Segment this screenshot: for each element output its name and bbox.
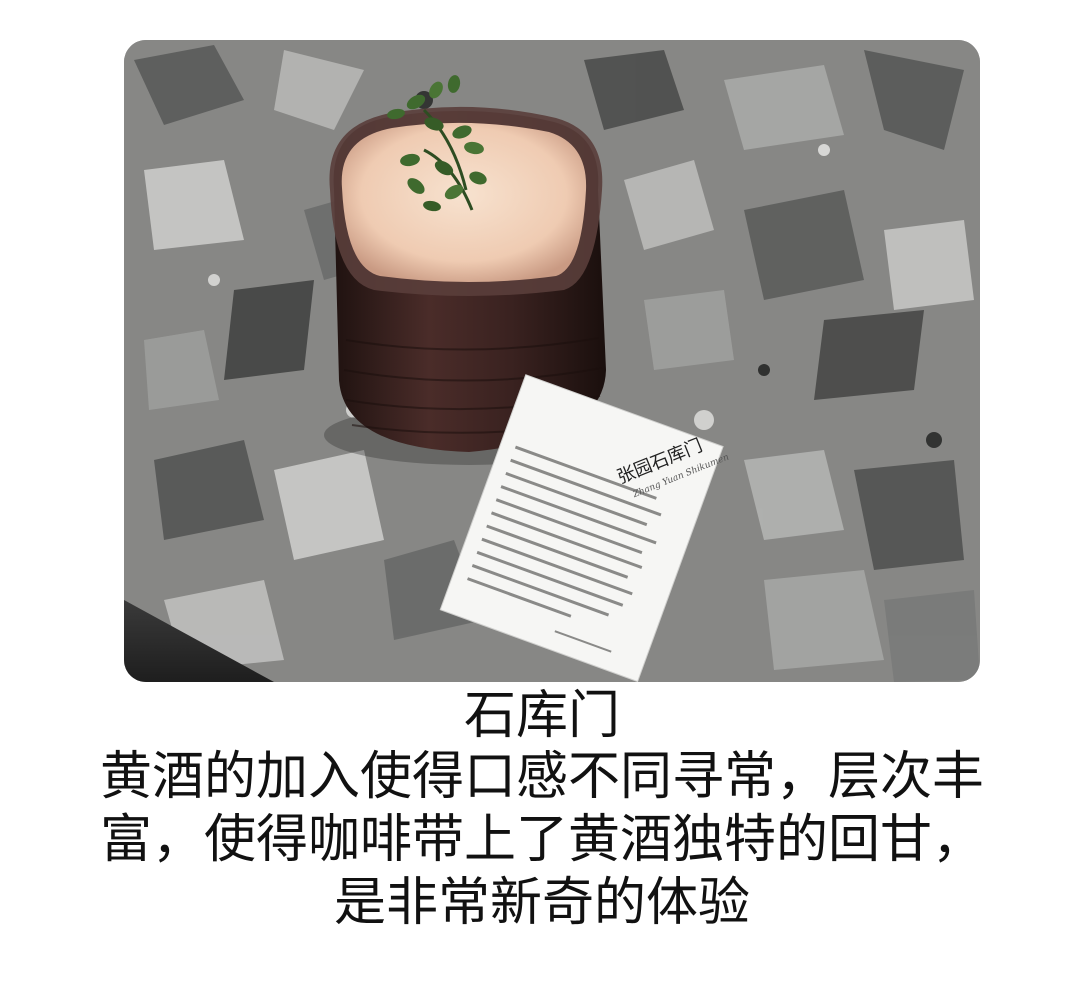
caption: 石库门 黄酒的加入使得口感不同寻常，层次丰 富，使得咖啡带上了黄酒独特的回甘， … <box>0 686 1084 935</box>
caption-line: 富，使得咖啡带上了黄酒独特的回甘， <box>99 810 984 870</box>
caption-title: 石库门 <box>463 686 620 746</box>
caption-line: 是非常新奇的体验 <box>333 873 750 933</box>
caption-line: 黄酒的加入使得口感不同寻常，层次丰 <box>99 747 984 807</box>
coffee-photo: 张园石库门 Zhang Yuan Shikumen <box>124 40 980 682</box>
caption-body: 黄酒的加入使得口感不同寻常，层次丰 富，使得咖啡带上了黄酒独特的回甘， 是非常新… <box>7 746 1077 935</box>
photo-illustration: 张园石库门 Zhang Yuan Shikumen <box>124 40 980 682</box>
milk-foam <box>341 122 587 282</box>
